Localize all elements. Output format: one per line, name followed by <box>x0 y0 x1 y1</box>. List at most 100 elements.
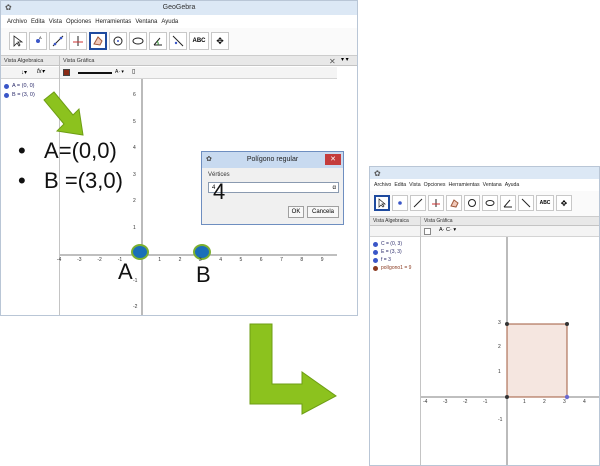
algebra-item[interactable]: f = 3 <box>373 257 391 263</box>
polygon-tool-icon[interactable] <box>446 195 462 211</box>
point-b-dot-icon <box>4 92 9 98</box>
y-tick-label: 1 <box>133 224 136 231</box>
algebra-item[interactable]: C = (0, 3) <box>373 241 402 247</box>
toggle-panel-icon[interactable] <box>424 228 431 235</box>
point-c-vertex <box>505 322 509 326</box>
move-tool-icon[interactable] <box>9 32 27 50</box>
menu-ayuda[interactable]: Ayuda <box>161 19 178 25</box>
menu-archivo[interactable]: Archivo <box>7 19 27 25</box>
perpendicular-tool-icon[interactable] <box>69 32 87 50</box>
point-a-vertex <box>505 395 509 399</box>
circle-tool-icon[interactable] <box>464 195 480 211</box>
line-style-icon[interactable] <box>78 72 112 74</box>
geogebra-logo-icon: ✿ <box>374 169 381 178</box>
menu-ventana[interactable]: Ventana <box>135 19 157 25</box>
y-tick-label: 2 <box>498 344 501 351</box>
ok-button[interactable]: OK <box>288 206 304 218</box>
point-e-dot-icon <box>373 249 378 255</box>
menu-ayuda[interactable]: Ayuda <box>505 182 520 188</box>
point-tool-icon[interactable]: A <box>29 32 47 50</box>
algebra-item[interactable]: polígono1 = 9 <box>373 265 411 271</box>
x-tick-label: 4 <box>219 257 222 263</box>
move-view-tool-icon[interactable]: ✥ <box>556 195 572 211</box>
menu-bar: Archivo Edita Vista Opciones Herramienta… <box>370 179 599 191</box>
menu-herramientas[interactable]: Herramientas <box>449 182 480 188</box>
side-panel-header[interactable]: ▾ ▾ <box>337 56 357 66</box>
point-c-dot-icon <box>373 241 378 247</box>
menu-edita[interactable]: Edita <box>394 182 406 188</box>
line-tool-icon[interactable] <box>410 195 426 211</box>
green-arrow-right-icon <box>249 323 337 415</box>
dialog-close-button[interactable]: ✕ <box>325 154 341 165</box>
y-tick-label: 4 <box>133 145 136 151</box>
y-tick-label: 3 <box>133 171 136 178</box>
algebra-view-header[interactable]: Vista Algebraica <box>370 217 420 226</box>
perpendicular-tool-icon[interactable] <box>428 195 444 211</box>
x-tick-label: 3 <box>198 257 202 263</box>
function-icon[interactable]: fx▾ <box>37 68 45 75</box>
label-style-icon[interactable]: A· ▾ <box>115 69 124 75</box>
polygon-dot-icon <box>373 265 378 271</box>
x-tick-label: 4 <box>583 399 586 405</box>
close-view-icon[interactable]: ✕ <box>329 57 336 66</box>
window-title: GeoGebra <box>162 4 196 11</box>
y-tick-label: -1 <box>133 277 138 284</box>
point-tool-icon[interactable] <box>392 195 408 211</box>
menu-ventana[interactable]: Ventana <box>483 182 502 188</box>
x-tick-label: 3 <box>563 399 566 405</box>
algebra-item[interactable]: E = (3, 3) <box>373 249 402 255</box>
y-tick-label: 2 <box>133 198 136 204</box>
angle-tool-icon[interactable] <box>149 32 167 50</box>
point-e-vertex <box>565 322 569 326</box>
menu-bar: Archivo Edita Vista Opciones Herramienta… <box>1 15 357 28</box>
y-tick-label: 3 <box>498 320 501 327</box>
menu-vista[interactable]: Vista <box>49 19 62 25</box>
algebra-item[interactable]: A = (0, 0) <box>4 83 34 89</box>
menu-herramientas[interactable]: Herramientas <box>95 19 131 25</box>
menu-archivo[interactable]: Archivo <box>374 182 391 188</box>
label-style-icon[interactable]: A· C· ▾ <box>439 227 456 233</box>
segment-dot-icon <box>373 257 378 263</box>
menu-edita[interactable]: Edita <box>31 19 45 25</box>
geogebra-window-right: ✿ Archivo Edita Vista Opciones Herramien… <box>369 166 600 466</box>
line-tool-icon[interactable] <box>49 32 67 50</box>
move-view-tool-icon[interactable]: ✥ <box>211 32 229 50</box>
x-tick-label: -2 <box>97 257 102 263</box>
style-bar: A· ▾ ▯ <box>60 67 337 79</box>
menu-opciones[interactable]: Opciones <box>66 19 91 25</box>
x-tick-label: 2 <box>178 257 182 263</box>
x-tick-label: -1 <box>483 399 488 405</box>
angle-tool-icon[interactable] <box>500 195 516 211</box>
algebra-item[interactable]: B = (3, 0) <box>4 92 35 98</box>
reflect-tool-icon[interactable] <box>169 32 187 50</box>
algebra-view-header[interactable]: Vista Algebraica <box>1 56 59 66</box>
text-tool-icon[interactable]: ABC <box>536 195 554 211</box>
point-b-marker[interactable] <box>193 244 211 260</box>
style-bar: A· C· ▾ <box>421 226 599 237</box>
ellipse-tool-icon[interactable] <box>482 195 498 211</box>
move-tool-icon[interactable] <box>374 195 390 211</box>
sort-icon[interactable]: ↓▾ <box>21 69 27 76</box>
graphics-canvas-right[interactable] <box>421 237 600 466</box>
fix-object-icon[interactable]: ▯ <box>132 68 135 75</box>
cancel-button[interactable]: Cancela <box>307 206 339 218</box>
graphics-view-header[interactable]: Vista Gráfica <box>421 217 599 226</box>
green-arrow-down-icon <box>43 91 84 136</box>
handwritten-four: 4 <box>213 179 226 204</box>
y-tick-label: 6 <box>133 92 136 98</box>
alpha-input-icon[interactable]: α <box>333 183 336 193</box>
algebra-subbar: ↓▾ fx▾ <box>1 67 59 79</box>
menu-opciones[interactable]: Opciones <box>424 182 446 188</box>
circle-tool-icon[interactable] <box>109 32 127 50</box>
menu-vista[interactable]: Vista <box>409 182 420 188</box>
ellipse-tool-icon[interactable] <box>129 32 147 50</box>
text-tool-icon[interactable]: ABC <box>189 32 209 50</box>
polygon-tool-icon[interactable] <box>89 32 107 50</box>
point-a-marker[interactable] <box>131 244 149 260</box>
vertices-input[interactable]: 4 α <box>208 182 339 193</box>
color-swatch-icon[interactable] <box>63 69 70 76</box>
x-tick-label: 8 <box>300 257 304 263</box>
reflect-tool-icon[interactable] <box>518 195 534 211</box>
x-tick-label: -1 <box>117 257 123 263</box>
graphics-view-header[interactable]: Vista Gráfica <box>60 56 337 66</box>
